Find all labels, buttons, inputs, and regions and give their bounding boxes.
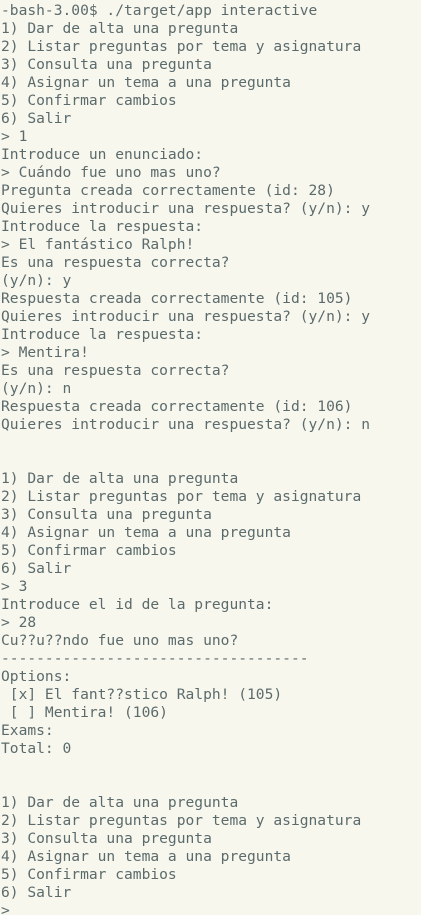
terminal-line: Respuesta creada correctamente (id: 106) bbox=[1, 398, 353, 415]
terminal-line: Es una respuesta correcta? bbox=[1, 254, 230, 271]
terminal-line: Quieres introducir una respuesta? (y/n):… bbox=[1, 308, 371, 325]
terminal-line: Total: 0 bbox=[1, 740, 72, 757]
terminal-line: 5) Confirmar cambios bbox=[1, 542, 177, 559]
terminal-line: Introduce la respuesta: bbox=[1, 218, 204, 235]
terminal-line: Introduce la respuesta: bbox=[1, 326, 204, 343]
terminal-line: (y/n): n bbox=[1, 380, 72, 397]
terminal-line: 3) Consulta una pregunta bbox=[1, 830, 212, 847]
terminal-line: > 1 bbox=[1, 128, 28, 145]
terminal-line: ----------------------------------- bbox=[1, 650, 309, 667]
terminal-line: -bash-3.00$ ./target/app interactive bbox=[1, 2, 318, 19]
terminal-line: 4) Asignar un tema a una pregunta bbox=[1, 524, 291, 541]
terminal-line: > 28 bbox=[1, 614, 37, 631]
terminal-line: Introduce el id de la pregunta: bbox=[1, 596, 274, 613]
terminal-line: 6) Salir bbox=[1, 110, 72, 127]
terminal-line: 3) Consulta una pregunta bbox=[1, 506, 212, 523]
terminal-line: [ ] Mentira! (106) bbox=[1, 704, 168, 721]
text-cursor bbox=[10, 903, 18, 915]
terminal-line: 2) Listar preguntas por tema y asignatur… bbox=[1, 812, 362, 829]
terminal-line: > Mentira! bbox=[1, 344, 89, 361]
terminal-line: > Cuándo fue uno mas uno? bbox=[1, 164, 221, 181]
terminal-line: (y/n): y bbox=[1, 272, 72, 289]
terminal-line: > bbox=[1, 902, 421, 915]
terminal-line: Cu??u??ndo fue uno mas uno? bbox=[1, 632, 239, 649]
terminal-line: 5) Confirmar cambios bbox=[1, 866, 177, 883]
terminal-line: 1) Dar de alta una pregunta bbox=[1, 794, 239, 811]
terminal-line: 4) Asignar un tema a una pregunta bbox=[1, 74, 291, 91]
terminal-line: Respuesta creada correctamente (id: 105) bbox=[1, 290, 353, 307]
terminal-line: 1) Dar de alta una pregunta bbox=[1, 470, 239, 487]
terminal-line: Options: bbox=[1, 668, 72, 685]
terminal-line: 1) Dar de alta una pregunta bbox=[1, 20, 239, 37]
terminal-line: Pregunta creada correctamente (id: 28) bbox=[1, 182, 335, 199]
terminal-line: [x] El fant??stico Ralph! (105) bbox=[1, 686, 283, 703]
terminal-line: 5) Confirmar cambios bbox=[1, 92, 177, 109]
terminal-line: 2) Listar preguntas por tema y asignatur… bbox=[1, 38, 362, 55]
terminal-line: Es una respuesta correcta? bbox=[1, 362, 230, 379]
terminal-line: > El fantástico Ralph! bbox=[1, 236, 195, 253]
terminal-line: Quieres introducir una respuesta? (y/n):… bbox=[1, 200, 371, 217]
terminal-line: 4) Asignar un tema a una pregunta bbox=[1, 848, 291, 865]
terminal-output[interactable]: -bash-3.00$ ./target/app interactive 1) D… bbox=[0, 0, 421, 915]
terminal-line: Introduce un enunciado: bbox=[1, 146, 204, 163]
terminal-line: Quieres introducir una respuesta? (y/n):… bbox=[1, 416, 371, 433]
terminal-line: 2) Listar preguntas por tema y asignatur… bbox=[1, 488, 362, 505]
terminal-line: > 3 bbox=[1, 578, 28, 595]
terminal-line: 6) Salir bbox=[1, 884, 72, 901]
terminal-line: 3) Consulta una pregunta bbox=[1, 56, 212, 73]
terminal-line: 6) Salir bbox=[1, 560, 72, 577]
terminal-line: Exams: bbox=[1, 722, 54, 739]
